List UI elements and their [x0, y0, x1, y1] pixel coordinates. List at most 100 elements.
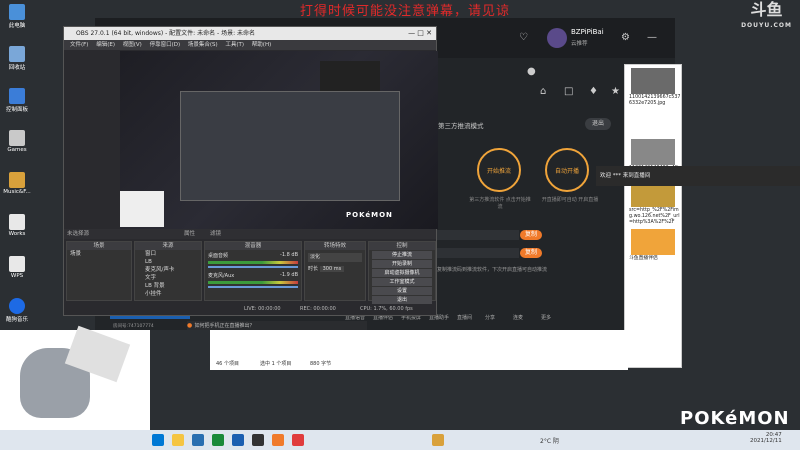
menu-scene-collection[interactable]: 场景集合(S) — [188, 42, 218, 48]
duration-row: 时长 300 ms — [308, 265, 362, 272]
copy-url-button[interactable]: 复制 — [520, 230, 542, 240]
douyu-logo: 斗鱼 DOUYU.COM — [741, 0, 792, 30]
duration-input[interactable]: 300 ms — [319, 266, 345, 272]
mascot-image — [0, 325, 150, 430]
toolbar-item[interactable]: 连麦 — [513, 314, 523, 321]
preview-pokemon-logo: POKéMON — [346, 211, 393, 219]
start-push-bubble[interactable]: 开始推流 — [477, 148, 521, 192]
source-toolbar: 未选择源 属性 滤镜 — [64, 229, 436, 239]
bell-icon[interactable]: ♡ — [519, 32, 528, 43]
share-icon[interactable]: ★ — [611, 86, 620, 97]
virtual-camera-button[interactable]: 启动虚拟摄像机 — [372, 269, 432, 277]
start-recording-button[interactable]: 开始录制 — [372, 260, 432, 268]
properties-button[interactable]: 属性 — [184, 229, 195, 239]
list-item[interactable]: 1100142139667c5376332e7205.jpg — [625, 68, 681, 107]
desktop-icon-this-pc[interactable]: 此电脑 — [2, 4, 32, 29]
no-source-selected: 未选择源 — [67, 231, 90, 237]
avatar[interactable] — [547, 28, 567, 48]
username[interactable]: BZPiPiBai — [571, 28, 604, 36]
desktop-icon-games[interactable]: Games — [2, 130, 32, 153]
menu-docks[interactable]: 停靠窗口(D) — [150, 42, 181, 48]
menu-file[interactable]: 文件(F) — [70, 42, 88, 48]
room-number: 房间号:747107774 — [113, 324, 154, 329]
transitions-panel: 转场特效 淡化 时长 300 ms — [304, 241, 366, 301]
recycle-bin-icon — [9, 46, 25, 62]
mixer-channel-desktop: 桌面音频 -1.8 dB — [205, 250, 301, 270]
danmaku-text: 打得时候可能没注意弹幕，请见谅 — [300, 4, 511, 19]
desktop-icon-control-panel[interactable]: 控制面板 — [2, 88, 32, 113]
settings-icon[interactable]: ⚙ — [621, 32, 630, 43]
window-controls[interactable]: — □ ✕ — [408, 27, 432, 40]
desktop-icon-wps[interactable]: WPS — [2, 256, 32, 279]
exit-mode-button[interactable]: 退出 — [585, 118, 611, 130]
push-url-field[interactable] — [437, 230, 519, 240]
copy-key-button[interactable]: 复制 — [520, 248, 542, 258]
file-explorer: 46 个项目 选中 1 个项目 880 字节 — [210, 330, 628, 370]
menu-view[interactable]: 视图(V) — [123, 42, 142, 48]
source-item[interactable]: LB 背景 — [135, 282, 201, 290]
volume-slider[interactable] — [208, 286, 298, 288]
toolbar-item[interactable]: 更多 — [541, 314, 551, 321]
menu-tools[interactable]: 工具(T) — [225, 42, 244, 48]
studio-mode-button[interactable]: 工作室模式 — [372, 278, 432, 286]
gift-icon[interactable]: ● — [527, 66, 536, 77]
desktop-icon-recycle[interactable]: 回收站 — [2, 46, 32, 71]
menu-edit[interactable]: 编辑(E) — [96, 42, 115, 48]
settings-button[interactable]: 设置 — [372, 287, 432, 295]
list-item[interactable]: 斗鱼直播伴侣 — [625, 229, 681, 262]
auto-live-bubble[interactable]: 自动开播 — [545, 148, 589, 192]
source-item[interactable]: LB — [135, 258, 201, 266]
clock[interactable]: 20:47 2021/12/11 — [750, 432, 782, 444]
toolbar-item[interactable]: 分享 — [485, 314, 495, 321]
app-icon[interactable] — [292, 434, 304, 446]
stop-streaming-button[interactable]: 停止推流 — [372, 251, 432, 259]
obs-title-bar: OBS 27.0.1 (64 bit, windows) - 配置文件: 未命名… — [64, 27, 436, 40]
list-item[interactable]: src=http_%2F%2Fimg.wo.126.net%2F_url=htt… — [625, 181, 681, 226]
sources-panel: 来源 窗口 LB 麦克风/声卡 文字 LB 背景 小挂件 — [134, 241, 202, 301]
exit-button[interactable]: 退出 — [372, 296, 432, 304]
image-thumbnail — [631, 68, 675, 94]
mode-title: 第三方推流模式 — [438, 122, 484, 130]
desktop-icon-music[interactable]: Music&F... — [2, 172, 32, 195]
weather[interactable]: 2°C 阴 — [540, 436, 559, 445]
controls-panel: 控制 停止推流 开始录制 启动虚拟摄像机 工作室模式 设置 退出 — [368, 241, 436, 304]
volume-slider[interactable] — [208, 266, 298, 268]
help-bar[interactable]: ● 如何把手机正在直播推出？ — [187, 321, 367, 330]
home-icon[interactable]: ⌂ — [540, 86, 546, 97]
folder-icon — [9, 130, 25, 146]
app-icon[interactable] — [232, 434, 244, 446]
auto-live-desc: 开直播即可自动 开启直播 — [541, 197, 599, 203]
desktop-icon-works[interactable]: Works — [2, 214, 32, 237]
source-item[interactable]: 小挂件 — [135, 290, 201, 298]
menu-help[interactable]: 帮助(H) — [252, 42, 271, 48]
start-icon[interactable] — [152, 434, 164, 446]
source-item[interactable]: 窗口 — [135, 250, 201, 258]
source-item[interactable]: 文字 — [135, 274, 201, 282]
message-icon[interactable]: □ — [564, 86, 573, 97]
minimize-icon[interactable]: — — [647, 32, 657, 43]
push-key-field[interactable] — [437, 248, 519, 258]
steam-icon[interactable] — [192, 434, 204, 446]
source-item[interactable]: 麦克风/声卡 — [135, 266, 201, 274]
push-notice: 复制推流码到推流软件，下次开启直播可自动推流 — [437, 267, 548, 273]
app-icon[interactable] — [212, 434, 224, 446]
bell-icon[interactable]: ♦ — [589, 86, 598, 97]
item-count: 46 个项目 — [216, 361, 239, 367]
obs-icon[interactable] — [252, 434, 264, 446]
app-icon[interactable] — [432, 434, 444, 446]
obs-window: OBS 27.0.1 (64 bit, windows) - 配置文件: 未命名… — [63, 26, 438, 316]
toolbar-item[interactable]: 直播间 — [457, 314, 472, 321]
scene-item[interactable]: 场景 — [67, 250, 131, 258]
filters-button[interactable]: 滤镜 — [210, 229, 221, 239]
obs-menu-bar: 文件(F) 编辑(E) 视图(V) 停靠窗口(D) 场景集合(S) 工具(T) … — [64, 40, 436, 50]
taskbar: 2°C 阴 20:47 2021/12/11 — [0, 430, 800, 450]
image-thumbnail — [631, 229, 675, 255]
image-thumbnail — [631, 139, 675, 165]
desktop-icon-kugou[interactable]: 酷狗音乐 — [2, 298, 32, 323]
obs-preview[interactable]: POKéMON — [120, 51, 438, 229]
douyu-icon[interactable] — [272, 434, 284, 446]
document-icon — [9, 256, 25, 272]
transition-select[interactable]: 淡化 — [308, 253, 362, 262]
explorer-icon[interactable] — [172, 434, 184, 446]
volume-meter — [208, 261, 298, 264]
